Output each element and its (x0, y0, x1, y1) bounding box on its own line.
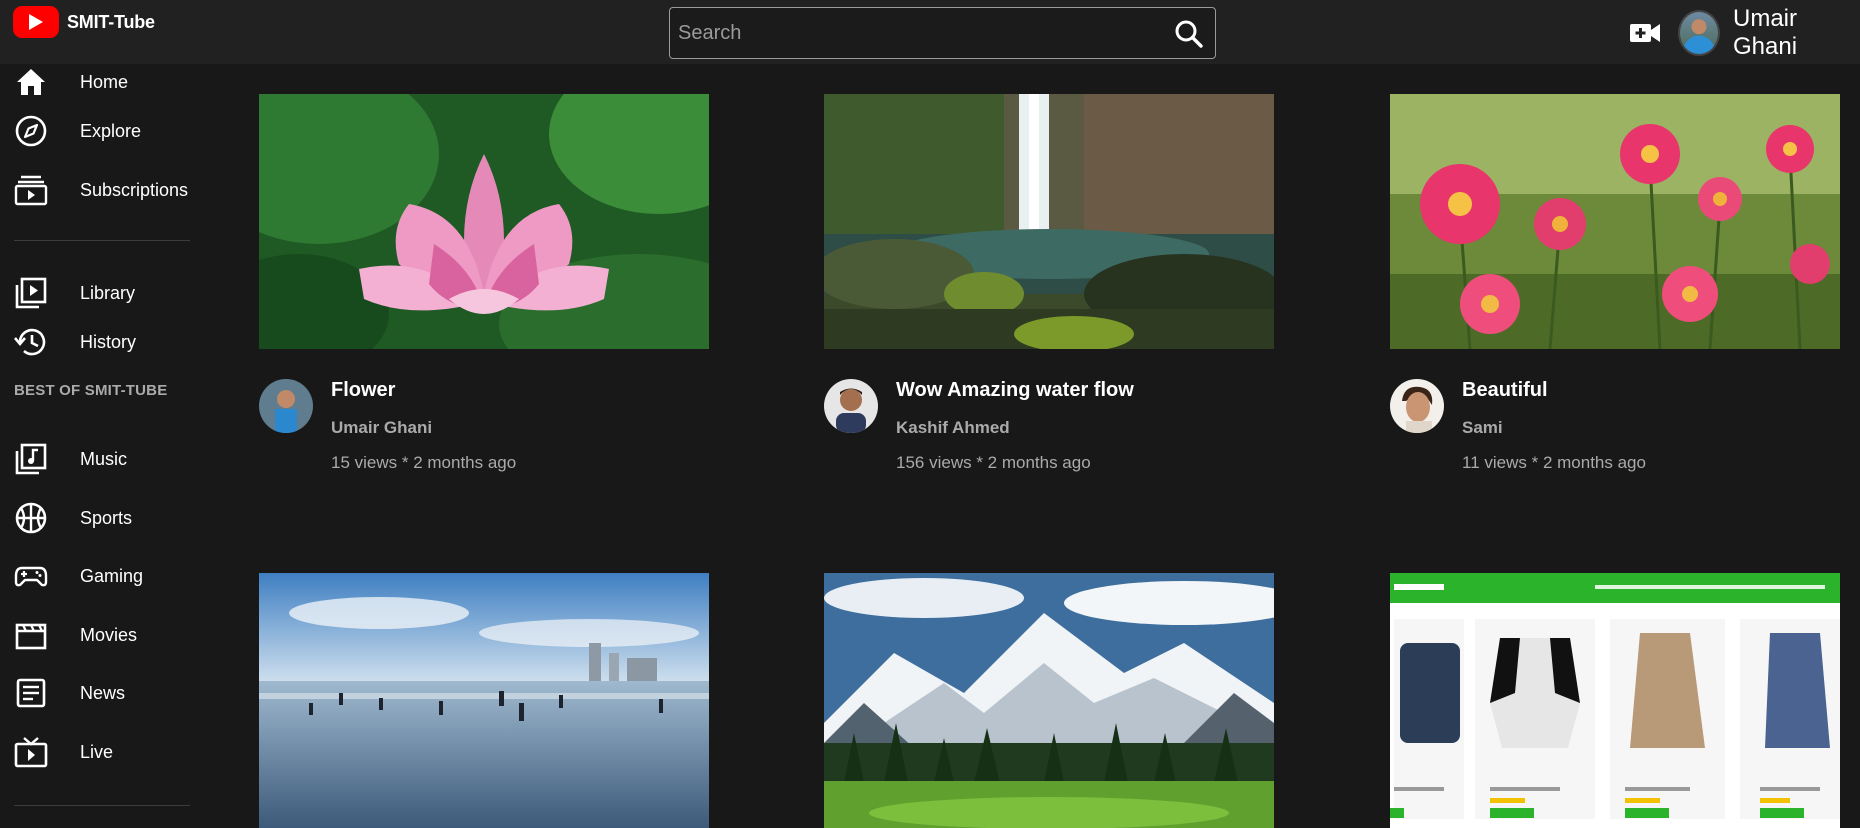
compass-icon (15, 115, 47, 147)
sidebar-item-library[interactable]: Library (0, 269, 200, 317)
video-title[interactable]: Beautiful (1462, 379, 1548, 402)
video-card[interactable] (259, 573, 709, 828)
sidebar-item-live[interactable]: Live (0, 728, 200, 776)
video-thumbnail[interactable] (1390, 573, 1840, 828)
search-input[interactable] (678, 16, 1138, 50)
top-header: SMIT-Tube Umair Ghani (0, 0, 1860, 64)
video-meta: 156 views * 2 months ago (896, 453, 1091, 472)
sidebar-item-sports[interactable]: Sports (0, 494, 200, 542)
create-video-icon[interactable] (1629, 20, 1661, 46)
waterfall-thumbnail-image (824, 94, 1274, 349)
user-avatar[interactable] (1678, 10, 1720, 56)
beach-thumbnail-image (259, 573, 709, 828)
subscriptions-icon (14, 175, 48, 206)
video-meta: 11 views * 2 months ago (1462, 453, 1646, 472)
user-last-name: Ghani (1733, 33, 1798, 60)
sidebar-item-label: Live (80, 741, 114, 762)
sidebar-item-label: Music (80, 448, 128, 469)
sidebar-item-gaming[interactable]: Gaming (0, 552, 200, 600)
sidebar-item-movies[interactable]: Movies (0, 611, 200, 659)
sidebar-divider (14, 240, 190, 241)
sidebar-item-subscriptions[interactable]: Subscriptions (0, 166, 200, 214)
video-thumbnail[interactable] (259, 94, 709, 349)
video-thumbnail[interactable] (824, 94, 1274, 349)
sidebar-item-home[interactable]: Home (0, 58, 200, 106)
video-thumbnail[interactable] (259, 573, 709, 828)
video-card[interactable]: Beautiful Sami 11 views * 2 months ago (1390, 94, 1840, 514)
user-first-name: Umair (1733, 5, 1797, 32)
sidebar-item-label: Explore (80, 120, 142, 141)
sidebar-divider (14, 805, 190, 806)
video-card[interactable]: Flower Umair Ghani 15 views * 2 months a… (259, 94, 709, 514)
video-thumbnail[interactable] (1390, 94, 1840, 349)
sidebar-item-label: Gaming (80, 565, 144, 586)
sidebar-item-news[interactable]: News (0, 669, 200, 717)
user-name[interactable]: Umair Ghani (1733, 5, 1843, 61)
video-thumbnail[interactable] (824, 573, 1274, 828)
channel-name[interactable]: Umair Ghani (331, 418, 432, 438)
section-title: BEST OF SMIT-TUBE (14, 382, 168, 399)
channel-name[interactable]: Kashif Ahmed (896, 418, 1010, 438)
sidebar-item-label: Sports (80, 507, 133, 528)
sidebar-item-music[interactable]: Music (0, 435, 200, 483)
store-screenshot-thumbnail-image (1390, 573, 1840, 828)
play-logo-icon (13, 6, 59, 38)
video-title[interactable]: Flower (331, 379, 395, 402)
app-name: SMIT-Tube (67, 11, 155, 32)
sidebar-item-label: History (80, 331, 137, 352)
search-icon[interactable] (1173, 18, 1205, 50)
video-meta: 15 views * 2 months ago (331, 453, 517, 472)
app-logo[interactable]: SMIT-Tube (13, 6, 155, 38)
music-icon (15, 443, 47, 475)
channel-avatar[interactable] (824, 379, 878, 433)
sidebar: Home Explore Subscriptions Library Histo… (0, 64, 228, 820)
mountains-thumbnail-image (824, 573, 1274, 828)
history-icon (14, 328, 46, 356)
dahlia-thumbnail-image (1390, 94, 1840, 349)
home-icon (17, 69, 45, 95)
movies-icon (15, 623, 47, 650)
channel-name[interactable]: Sami (1462, 418, 1503, 438)
sidebar-item-label: Subscriptions (80, 179, 189, 200)
sidebar-item-label: Home (80, 71, 129, 92)
lotus-thumbnail-image (259, 94, 709, 349)
sidebar-item-explore[interactable]: Explore (0, 107, 200, 155)
video-grid: Flower Umair Ghani 15 views * 2 months a… (228, 64, 1860, 828)
news-icon (16, 678, 46, 708)
sidebar-item-label: Movies (80, 624, 138, 645)
search-box (669, 7, 1216, 59)
sidebar-item-label: Library (80, 282, 136, 303)
sidebar-item-history[interactable]: History (0, 318, 200, 366)
gamepad-icon (14, 566, 48, 587)
channel-avatar[interactable] (1390, 379, 1444, 433)
sports-icon (15, 502, 47, 534)
video-card[interactable] (824, 573, 1274, 828)
video-title[interactable]: Wow Amazing water flow (896, 379, 1134, 402)
live-icon (14, 737, 48, 768)
library-icon (15, 277, 47, 309)
video-card[interactable]: Wow Amazing water flow Kashif Ahmed 156 … (824, 94, 1274, 514)
video-card[interactable] (1390, 573, 1840, 828)
channel-avatar[interactable] (259, 379, 313, 433)
sidebar-item-label: News (80, 682, 126, 703)
